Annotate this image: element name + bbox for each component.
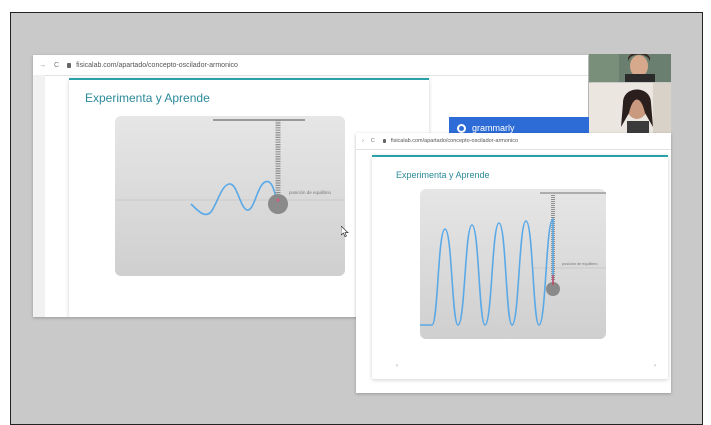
front-equilibrium-label: posición de equilibrio bbox=[562, 262, 597, 266]
back-equilibrium-label: posición de equilibrio bbox=[289, 190, 332, 195]
back-oscillator-mass[interactable] bbox=[268, 194, 288, 214]
webcam-tile-1 bbox=[589, 54, 671, 82]
reload-icon[interactable]: C bbox=[54, 62, 59, 69]
back-address-bar[interactable]: → C fisicalab.com/apartado/concepto-osci… bbox=[33, 55, 588, 76]
back-arrow-icon[interactable]: → bbox=[39, 62, 46, 69]
mouse-pointer-icon bbox=[340, 225, 349, 240]
webcam-tile-2 bbox=[589, 83, 671, 133]
webcam-1-image bbox=[589, 54, 671, 82]
front-url-text[interactable]: fisicalab.com/apartado/concepto-oscilado… bbox=[391, 138, 518, 144]
lock-icon bbox=[67, 62, 72, 68]
front-panel-title: Experimenta y Aprende bbox=[396, 170, 490, 180]
front-content-panel: Experimenta y Aprende posición de equili… bbox=[372, 155, 668, 379]
front-address-bar[interactable]: › C fisicalab.com/apartado/concepto-osci… bbox=[356, 133, 671, 150]
front-lock-icon bbox=[382, 139, 386, 143]
back-panel-title: Experimenta y Aprende bbox=[85, 91, 210, 105]
front-scroll-right-icon[interactable]: › bbox=[654, 363, 656, 369]
screen-share-area: → C fisicalab.com/apartado/concepto-osci… bbox=[10, 12, 703, 425]
back-url-text[interactable]: fisicalab.com/apartado/concepto-oscilado… bbox=[76, 62, 238, 69]
grammarly-label: grammarly bbox=[472, 123, 515, 133]
front-forward-arrow-icon[interactable]: › bbox=[362, 138, 364, 144]
back-mass-marker bbox=[276, 198, 280, 202]
front-browser-window: › C fisicalab.com/apartado/concepto-osci… bbox=[356, 133, 671, 393]
webcam-2-image bbox=[589, 83, 671, 133]
back-simulator-graphic: posición de equilibrio bbox=[115, 119, 345, 216]
front-simulator[interactable]: posición de equilibrio bbox=[420, 189, 606, 339]
front-reload-icon[interactable]: C bbox=[371, 138, 375, 144]
front-scroll-left-icon[interactable]: ‹ bbox=[396, 363, 398, 369]
back-wave-trace bbox=[190, 180, 279, 216]
back-page-gutter bbox=[33, 75, 45, 317]
front-simulator-graphic: posición de equilibrio bbox=[420, 192, 606, 326]
back-simulator[interactable]: posición de equilibrio bbox=[115, 116, 345, 276]
grammarly-icon bbox=[457, 123, 466, 133]
front-wave-trace bbox=[420, 218, 554, 326]
